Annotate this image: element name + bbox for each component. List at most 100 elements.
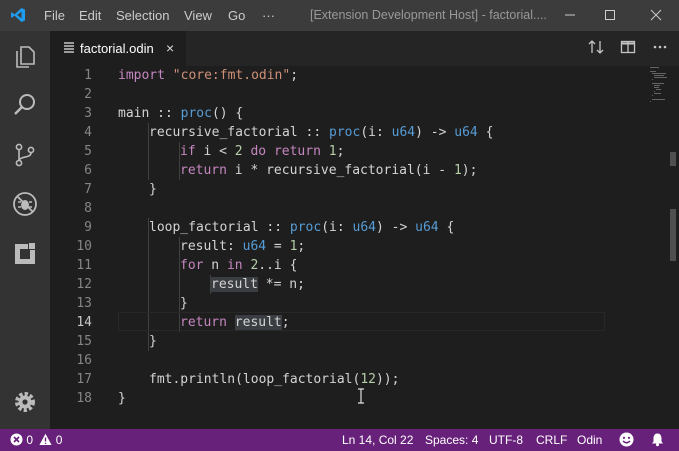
code-line: 2 [50, 85, 679, 104]
problems-status[interactable]: 0 0 [10, 433, 62, 447]
keyword-token: return [273, 144, 321, 159]
line-code: import "core:fmt.odin"; [118, 66, 298, 85]
source-control-icon[interactable] [12, 142, 38, 168]
scrollbar-marker[interactable] [670, 209, 676, 261]
type-token: u64 [352, 220, 376, 235]
code-token: } [149, 334, 157, 349]
code-token: fmt.println(loop_factorial( [149, 372, 361, 387]
code-token: n [203, 258, 227, 273]
number-token: 2 [234, 144, 243, 159]
menu-more[interactable]: ··· [262, 8, 275, 23]
code-line: 11 for n in 2..i { [50, 256, 679, 275]
line-number: 11 [76, 258, 92, 273]
activity-bar [0, 31, 50, 429]
code-token: ; [336, 144, 345, 159]
code-token: recursive_factorial :: [149, 125, 330, 140]
number-token: 1 [453, 163, 462, 178]
debug-icon[interactable] [12, 191, 38, 217]
line-number: 12 [76, 277, 92, 292]
code-token: } [118, 391, 126, 406]
search-icon[interactable] [12, 92, 38, 118]
keyword-token: for [180, 258, 204, 273]
split-editor-icon[interactable] [620, 39, 636, 59]
keyword-token: do [250, 144, 267, 159]
code-line: 15} [50, 332, 679, 351]
line-number: 5 [84, 144, 92, 159]
smiley-icon[interactable] [619, 432, 634, 447]
line-code: fmt.println(loop_factorial(12)); [149, 370, 399, 389]
menu-file[interactable]: File [44, 8, 65, 23]
code-token: () { [211, 106, 244, 121]
line-number: 8 [84, 201, 92, 216]
code-line: 10 result: u64 = 1; [50, 237, 679, 256]
bell-icon[interactable] [650, 432, 665, 447]
window-title: [Extension Development Host] - factorial… [310, 8, 547, 22]
code-token: { [438, 220, 455, 235]
type-token: u64 [242, 239, 267, 254]
code-line: 5 if i < 2 do return 1; [50, 142, 679, 161]
close-window-icon[interactable] [646, 5, 666, 25]
tab-factorial-odin[interactable]: factorial.odin × [50, 31, 186, 66]
line-number: 3 [84, 106, 92, 121]
line-code: main :: proc() { [118, 104, 243, 123]
minimize-icon[interactable] [560, 5, 580, 25]
code-line: 14 return result; [50, 313, 679, 332]
code-token: ; [297, 239, 306, 254]
line-number: 18 [76, 391, 92, 406]
code-token: ) -> [415, 125, 455, 140]
indentation-status[interactable]: Spaces: 4 [425, 433, 478, 447]
cursor-position[interactable]: Ln 14, Col 22 [342, 433, 413, 447]
vscode-logo-icon [11, 8, 25, 22]
code-token: )); [375, 372, 400, 387]
code-token: ; [290, 68, 299, 83]
line-number: 6 [84, 163, 92, 178]
line-number: 14 [76, 315, 92, 330]
extensions-icon[interactable] [12, 241, 38, 267]
code-token: ; [281, 315, 290, 330]
code-line: 8 [50, 199, 679, 218]
eol-status[interactable]: CRLF [536, 433, 567, 447]
type-token: u64 [415, 220, 439, 235]
line-number: 17 [76, 372, 92, 387]
highlighted-token: result [234, 315, 282, 330]
code-token: = [266, 239, 290, 254]
menu-go[interactable]: Go [228, 8, 245, 23]
open-changes-icon[interactable] [588, 39, 604, 59]
tab-bar: factorial.odin × [50, 31, 679, 66]
code-token: i * recursive_factorial(i - [226, 163, 454, 178]
code-token: } [149, 182, 157, 197]
gear-icon[interactable] [12, 389, 38, 415]
title-bar: File Edit Selection View Go ··· [Extensi… [0, 0, 679, 31]
type-token: proc [289, 220, 322, 235]
language-mode[interactable]: Odin [577, 433, 602, 447]
code-token: { [477, 125, 494, 140]
code-token: (i: [321, 220, 353, 235]
scrollbar-marker[interactable] [670, 152, 676, 166]
encoding-status[interactable]: UTF-8 [489, 433, 523, 447]
type-token: u64 [391, 125, 416, 140]
line-code: } [149, 332, 157, 351]
more-actions-icon[interactable] [652, 39, 668, 59]
code-line: 1 import "core:fmt.odin"; [50, 66, 679, 85]
code-editor[interactable]: 1 import "core:fmt.odin"; 2 3 main :: proc… [50, 66, 679, 429]
maximize-icon[interactable] [600, 5, 620, 25]
files-icon[interactable] [12, 43, 38, 69]
menu-view[interactable]: View [184, 8, 212, 23]
code-token: ..i { [258, 258, 298, 273]
close-icon[interactable]: × [166, 40, 174, 56]
code-line: 17 fmt.println(loop_factorial(12)); [50, 370, 679, 389]
line-number: 1 [84, 68, 92, 83]
menu-edit[interactable]: Edit [79, 8, 101, 23]
code-line: 4 recursive_factorial :: proc(i: u64) -> … [50, 123, 679, 142]
line-code: } [149, 180, 157, 199]
keyword-token: return [180, 163, 227, 178]
keyword-token: return [180, 315, 227, 330]
error-icon [10, 433, 23, 446]
line-number: 9 [84, 220, 92, 235]
minimap[interactable] [650, 66, 668, 106]
menu-selection[interactable]: Selection [116, 8, 169, 23]
line-number: 13 [76, 296, 92, 311]
line-number: 4 [84, 125, 92, 140]
